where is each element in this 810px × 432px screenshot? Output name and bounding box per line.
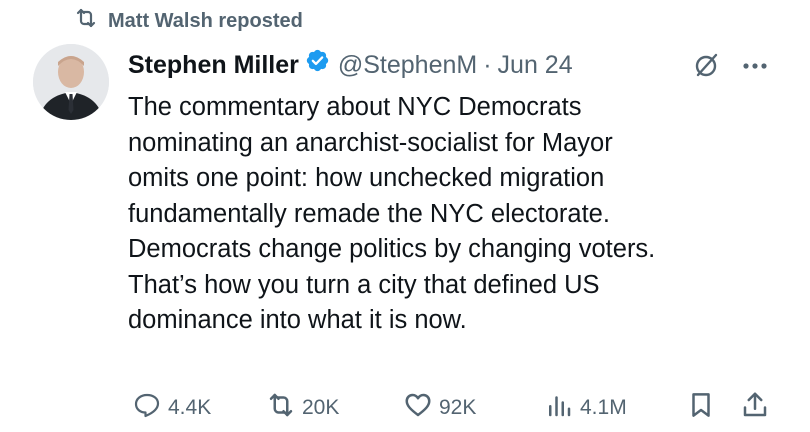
author-handle[interactable]: @StephenM (338, 49, 477, 81)
more-options-icon[interactable] (740, 56, 770, 76)
views-button[interactable]: 4.1M (544, 390, 627, 426)
tweet-text-line: Democrats change politics by changing vo… (128, 235, 656, 263)
like-count: 92K (439, 396, 477, 419)
author-name[interactable]: Stephen Miller (128, 49, 299, 81)
reply-icon (132, 390, 162, 426)
share-icon (740, 390, 770, 426)
tweet-text: The commentary about NYC Democrats nomin… (128, 90, 778, 339)
share-button[interactable] (740, 390, 770, 426)
verified-badge-icon (299, 48, 338, 81)
tweet-text-line: That’s how you turn a city that defined … (128, 270, 600, 299)
avatar[interactable] (33, 44, 109, 120)
repost-banner-text: Matt Walsh reposted (108, 9, 303, 32)
repost-button[interactable]: 20K (266, 390, 339, 426)
views-count: 4.1M (580, 396, 627, 419)
tweet-text-line: The commentary about NYC Democrats (128, 93, 582, 121)
heart-icon (403, 390, 433, 426)
views-chart-icon (544, 390, 574, 426)
avatar-image (33, 44, 109, 120)
tweet-text-line: fundamentally remade the NYC electorate. (128, 199, 610, 228)
repost-count: 20K (302, 396, 340, 419)
reply-button[interactable]: 4.4K (132, 390, 211, 426)
header-separator: · (483, 50, 492, 79)
repost-banner[interactable]: Matt Walsh reposted (74, 6, 303, 36)
repost-icon (266, 390, 296, 426)
bookmark-button[interactable] (686, 390, 716, 426)
repost-icon (74, 6, 98, 36)
tweet-date[interactable]: Jun 24 (498, 49, 573, 81)
reply-count: 4.4K (168, 396, 212, 419)
tweet-text-line: nominating an anarchist-socialist for Ma… (128, 128, 613, 157)
tweet-header: Stephen Miller @StephenM · Jun 24 (128, 48, 573, 81)
tweet-text-line: omits one point: how unchecked migration (128, 164, 605, 192)
grok-icon[interactable] (692, 50, 722, 80)
tweet-text-line: dominance into what it is now. (128, 306, 467, 334)
like-button[interactable]: 92K (403, 390, 476, 426)
bookmark-icon (686, 390, 716, 426)
action-bar: 4.4K 20K 92K 4.1M (128, 390, 790, 430)
